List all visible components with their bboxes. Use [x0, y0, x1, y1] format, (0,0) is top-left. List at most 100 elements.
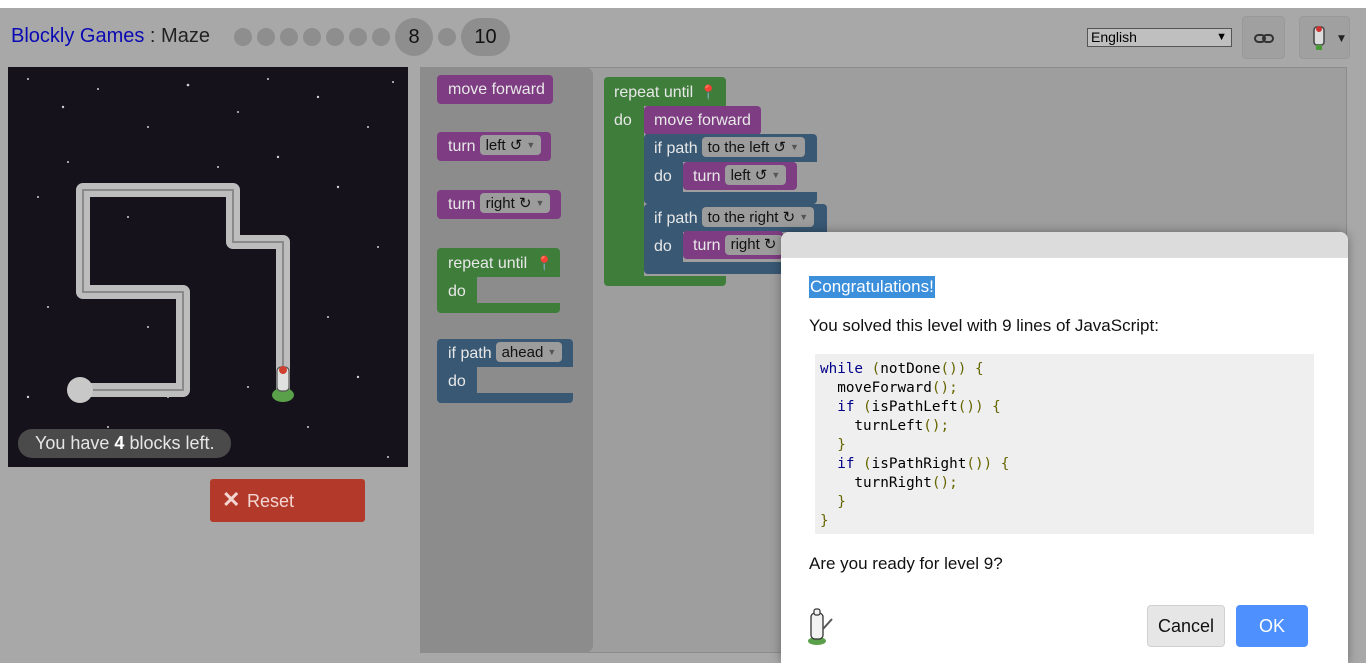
block-label: if path — [654, 210, 698, 227]
do-label: do — [448, 283, 466, 300]
toolbox-move-forward-block[interactable]: move forward — [437, 75, 553, 104]
ok-button[interactable]: OK — [1236, 605, 1308, 647]
block-label: if path — [448, 345, 492, 362]
program-turn-left-block[interactable]: turn left ↺ ▼ — [683, 162, 797, 190]
chevron-down-icon: ▼ — [1216, 31, 1227, 43]
if-left-do: do — [644, 162, 683, 192]
do-label: do — [654, 238, 672, 255]
blocks-left-suffix: blocks left. — [124, 433, 215, 453]
if-right-do: do — [644, 232, 683, 262]
dialog-titlebar[interactable] — [781, 232, 1348, 258]
maze-map — [26, 78, 394, 458]
level-dot-4[interactable] — [303, 28, 321, 46]
dialog-title: Congratulations! — [809, 276, 935, 298]
direction-dropdown[interactable]: left ↺ ▼ — [479, 135, 542, 155]
if-left-footer — [644, 192, 817, 204]
language-value: English — [1091, 29, 1137, 45]
direction-dropdown[interactable]: right ↻ — [724, 235, 783, 255]
level-dot-6[interactable] — [349, 28, 367, 46]
program-repeat-header: repeat until 📍 — [604, 77, 726, 106]
block-label: turn — [693, 168, 721, 185]
title-separator: : — [144, 25, 162, 47]
block-label: repeat until — [448, 255, 528, 272]
repeat-footer — [437, 303, 560, 313]
do-label: do — [448, 373, 466, 390]
dropdown-value: right ↻ — [485, 195, 532, 212]
pegman-icon: ▼ — [1313, 26, 1345, 50]
blocks-left-badge: You have 4 blocks left. — [18, 429, 232, 458]
svg-text:▼: ▼ — [1338, 34, 1345, 44]
path-dropdown[interactable]: to the right ↻ ▼ — [701, 207, 815, 227]
link-button[interactable] — [1242, 16, 1285, 59]
game-name: Maze — [161, 25, 210, 47]
chevron-down-icon: ▼ — [799, 212, 809, 222]
if-footer — [437, 393, 573, 403]
level-last[interactable]: 10 — [461, 18, 510, 56]
level-current[interactable]: 8 — [395, 18, 433, 56]
blocks-left-prefix: You have — [35, 433, 115, 453]
path-dropdown[interactable]: to the left ↺ ▼ — [701, 137, 805, 157]
do-label: do — [654, 168, 672, 185]
dropdown-value: to the right ↻ — [707, 209, 796, 226]
chevron-down-icon: ▼ — [790, 142, 799, 152]
do-label: do — [614, 112, 632, 129]
if-left-header: if path to the left ↺ ▼ — [644, 134, 817, 162]
dropdown-value: left ↺ — [485, 137, 523, 154]
if-header: if path ahead ▼ — [437, 339, 573, 367]
cancel-button[interactable]: Cancel — [1147, 605, 1225, 647]
pegman-player — [272, 366, 294, 402]
pegman-icon — [808, 608, 833, 645]
chevron-down-icon: ▼ — [547, 347, 557, 357]
chevron-down-icon: ▼ — [535, 198, 545, 208]
reset-label: Reset — [247, 491, 295, 511]
level-dot-7[interactable] — [372, 28, 390, 46]
path-dropdown[interactable]: ahead ▼ — [495, 342, 563, 362]
direction-dropdown[interactable]: left ↺ ▼ — [724, 165, 787, 185]
direction-dropdown[interactable]: right ↻ ▼ — [479, 193, 551, 213]
block-label: turn — [448, 138, 476, 155]
program-move-forward-block[interactable]: move forward — [644, 106, 761, 135]
avatar-menu-button[interactable]: ▼ — [1299, 16, 1350, 59]
block-label: move forward — [654, 112, 751, 129]
block-label: turn — [448, 196, 476, 213]
level-dot-9[interactable] — [438, 28, 456, 46]
close-icon: ✕ — [222, 487, 241, 512]
block-label: move forward — [448, 81, 545, 98]
goal-marker — [67, 377, 93, 403]
header: Blockly Games : Maze 8 10 English ▼ ▼ — [0, 8, 1366, 67]
maze-canvas — [8, 67, 408, 467]
level-dot-2[interactable] — [257, 28, 275, 46]
dropdown-value: left ↺ — [730, 167, 768, 184]
dropdown-value: right ↻ — [730, 236, 777, 253]
dialog-question: Are you ready for level 9? — [809, 554, 1003, 573]
chevron-down-icon: ▼ — [526, 140, 536, 150]
top-border — [0, 0, 1366, 8]
congratulations-dialog: Congratulations! You solved this level w… — [781, 232, 1348, 663]
goal-marker-icon: 📍 — [699, 84, 718, 100]
chevron-down-icon: ▼ — [771, 170, 781, 180]
program-repeat-footer — [604, 276, 726, 286]
repeat-header: repeat until 📍 — [437, 248, 560, 277]
if-right-footer — [644, 262, 784, 274]
block-label: if path — [654, 140, 698, 157]
block-label: turn — [693, 237, 721, 254]
javascript-code: while (notDone()) { moveForward(); if (i… — [815, 354, 1314, 534]
reset-button[interactable]: ✕ Reset — [210, 479, 365, 522]
repeat-do: do — [437, 277, 477, 303]
goal-marker-icon: 📍 — [535, 255, 554, 271]
toolbox-turn-right-block[interactable]: turn right ↻ ▼ — [437, 190, 561, 219]
level-dot-5[interactable] — [326, 28, 344, 46]
page-title: Blockly Games : Maze — [11, 25, 210, 48]
if-do: do — [437, 367, 477, 393]
language-select[interactable]: English ▼ — [1087, 28, 1232, 47]
level-dot-1[interactable] — [234, 28, 252, 46]
maze-path — [71, 183, 290, 397]
app-home-link[interactable]: Blockly Games — [11, 25, 144, 47]
dialog-message: You solved this level with 9 lines of Ja… — [809, 316, 1159, 335]
dropdown-value: to the left ↺ — [707, 139, 787, 156]
program-turn-right-block[interactable]: turn right ↻ — [683, 231, 783, 259]
level-dot-3[interactable] — [280, 28, 298, 46]
toolbox-turn-left-block[interactable]: turn left ↺ ▼ — [437, 132, 551, 161]
block-label: repeat until — [614, 84, 694, 101]
dropdown-value: ahead — [501, 344, 544, 361]
